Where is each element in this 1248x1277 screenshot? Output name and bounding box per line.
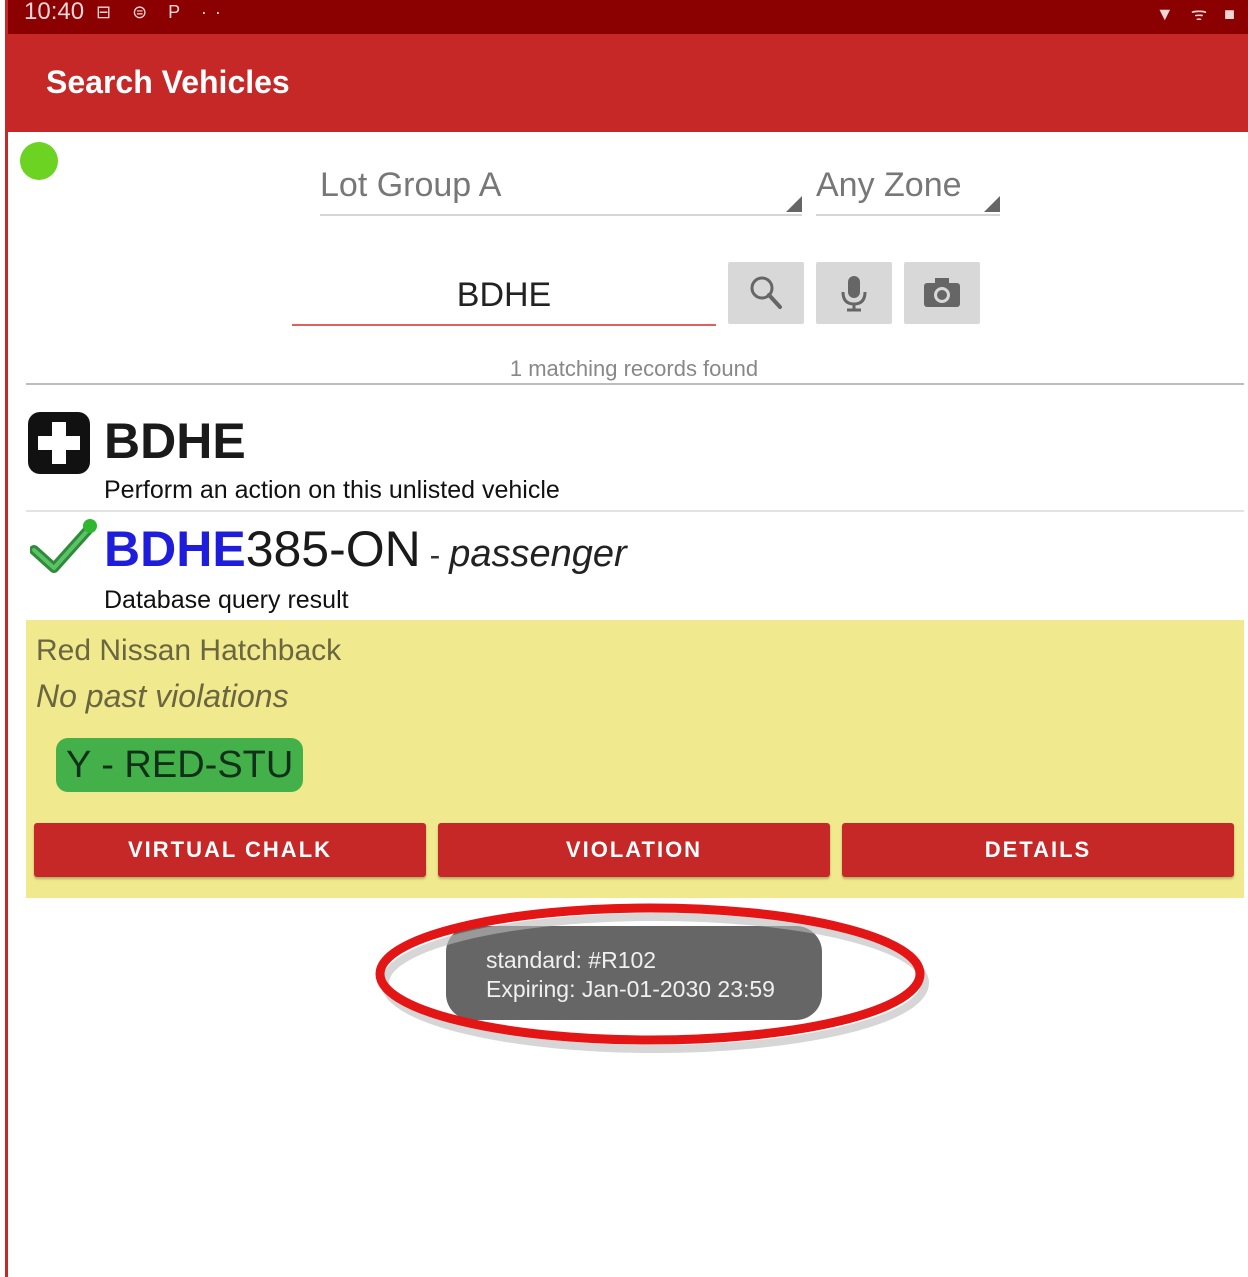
status-time: 10:40 [24,0,85,25]
zone-select[interactable]: Any Zone [816,160,1000,216]
vehicle-description: Red Nissan Hatchback [36,634,342,667]
result-plate[interactable]: BDHE385-ON - passenger [104,520,627,578]
plate-separator: - [420,537,450,573]
page-title: Search Vehicles [46,64,290,100]
search-button[interactable] [728,262,804,324]
app-screen: 10:40 ⊟ ⊜ P ·· ▼ ᯤ ■ Search Vehicles Lot… [5,0,1248,1277]
details-button[interactable]: DETAILS [842,823,1234,877]
vehicle-info-panel: Red Nissan Hatchback No past violations … [26,620,1244,898]
results-count: 1 matching records found [509,356,759,381]
notification-icons: ⊟ ⊜ P ·· [96,2,229,22]
mic-icon [841,276,867,312]
connection-status-indicator [20,142,58,180]
plate-rest-text: 385-ON [245,521,421,577]
permit-toast: standard: #R102 Expiring: Jan-01-2030 23… [446,926,822,1020]
permit-badge: Y - RED-STU [56,738,304,792]
status-bar: 10:40 ⊟ ⊜ P ·· ▼ ᯤ ■ [8,0,1248,34]
search-icon [750,276,782,309]
toast-permit-line: standard: #R102 [486,947,657,973]
camera-icon [924,278,960,307]
unlisted-plate[interactable]: BDHE [104,412,246,470]
dropdown-arrow-icon [786,196,802,212]
zone-value: Any Zone [816,166,962,204]
add-unlisted-icon[interactable] [28,412,90,474]
divider [26,510,1244,512]
dropdown-arrow-icon [984,196,1000,212]
vehicle-type: passenger [449,533,627,575]
toast-expiry-line: Expiring: Jan-01-2030 23:59 [486,976,775,1002]
camera-scan-button[interactable] [904,262,980,324]
app-bar: Search Vehicles [8,34,1248,132]
virtual-chalk-button[interactable]: VIRTUAL CHALK [34,823,426,877]
checkmark-icon [30,519,97,573]
violations-note: No past violations [36,678,289,714]
plate-match-text: BDHE [104,521,246,577]
violation-button[interactable]: VIOLATION [438,823,830,877]
plate-search-input[interactable]: BDHE [292,262,716,326]
unlisted-description: Perform an action on this unlisted vehic… [104,476,560,504]
result-source: Database query result [104,586,349,614]
voice-search-button[interactable] [816,262,892,324]
lot-group-select[interactable]: Lot Group A [320,160,802,216]
lot-group-value: Lot Group A [320,166,502,204]
system-status-icons: ▼ ᯤ ■ [1155,4,1241,24]
divider [26,383,1244,385]
